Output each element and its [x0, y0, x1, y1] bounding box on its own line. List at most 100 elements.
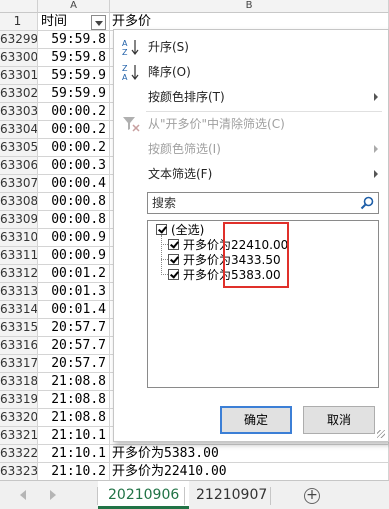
- filter-value-checkbox[interactable]: [168, 269, 179, 280]
- row-number[interactable]: 63310: [0, 229, 38, 247]
- tree-connector: [161, 244, 168, 245]
- time-cell[interactable]: 00:01.2: [38, 265, 110, 283]
- row-number[interactable]: 63313: [0, 283, 38, 301]
- table-row: 63323 21:10.2 开多价为22410.00: [0, 463, 389, 480]
- menu-clear-filter[interactable]: 从"开多价"中清除筛选(C): [114, 112, 388, 136]
- ok-button[interactable]: 确定: [220, 406, 292, 434]
- row-number[interactable]: 63307: [0, 175, 38, 193]
- time-cell[interactable]: 59:59.8: [38, 31, 110, 49]
- tree-connector: [161, 235, 162, 275]
- scroll-tabs-left-icon[interactable]: [20, 490, 26, 500]
- row-number[interactable]: 63314: [0, 301, 38, 319]
- sort-ascending-icon: AZ: [121, 38, 141, 57]
- row-number[interactable]: 63306: [0, 157, 38, 175]
- time-cell[interactable]: 59:59.9: [38, 67, 110, 85]
- select-all-corner[interactable]: [0, 0, 38, 13]
- row-number[interactable]: 63299: [0, 31, 38, 49]
- time-cell[interactable]: 21:08.8: [38, 391, 110, 409]
- search-icon: [360, 196, 374, 210]
- column-header-a[interactable]: A: [38, 0, 110, 13]
- row-number[interactable]: 63302: [0, 85, 38, 103]
- time-cell[interactable]: 59:59.8: [38, 49, 110, 67]
- submenu-arrow-icon: [374, 145, 378, 153]
- table-row: 63322 21:10.1 开多价为5383.00: [0, 445, 389, 463]
- filter-search-input[interactable]: 搜索: [147, 192, 379, 214]
- menu-filter-by-color[interactable]: 按颜色筛选(I): [114, 137, 388, 161]
- select-all-checkbox[interactable]: [156, 224, 167, 235]
- time-cell[interactable]: 21:10.1: [38, 445, 110, 463]
- time-cell[interactable]: 20:57.7: [38, 337, 110, 355]
- resize-grip-icon[interactable]: [377, 430, 385, 438]
- time-cell[interactable]: 21:08.8: [38, 373, 110, 391]
- time-cell[interactable]: 00:00.2: [38, 139, 110, 157]
- filter-value-checkbox[interactable]: [168, 239, 179, 250]
- tab-divider: [184, 487, 185, 505]
- open-long-price-cell[interactable]: 开多价为5383.00: [110, 445, 389, 463]
- column-header-b[interactable]: B: [110, 0, 389, 13]
- row-number[interactable]: 63300: [0, 49, 38, 67]
- header-cell-open-long-price-label: 开多价: [112, 14, 152, 29]
- scroll-tabs-right-icon[interactable]: [50, 490, 56, 500]
- time-cell[interactable]: 00:00.2: [38, 121, 110, 139]
- filter-value-checkbox[interactable]: [168, 254, 179, 265]
- cancel-button[interactable]: 取消: [303, 406, 375, 434]
- time-cell[interactable]: 00:00.3: [38, 157, 110, 175]
- row-number[interactable]: 63320: [0, 409, 38, 427]
- row-number[interactable]: 63316: [0, 337, 38, 355]
- menu-sort-descending[interactable]: ZA 降序(O): [114, 60, 388, 84]
- time-cell[interactable]: 20:57.7: [38, 355, 110, 373]
- svg-text:Z: Z: [122, 64, 128, 73]
- row-number[interactable]: 63305: [0, 139, 38, 157]
- select-all-label: (全选): [171, 223, 205, 237]
- row-number[interactable]: 63315: [0, 319, 38, 337]
- svg-text:Z: Z: [122, 48, 128, 56]
- tree-connector: [161, 259, 168, 260]
- time-cell[interactable]: 00:00.2: [38, 103, 110, 121]
- time-cell[interactable]: 00:01.3: [38, 283, 110, 301]
- row-number[interactable]: 63303: [0, 103, 38, 121]
- row-number[interactable]: 63319: [0, 391, 38, 409]
- time-cell[interactable]: 00:01.4: [38, 301, 110, 319]
- annotation-highlight-box: [223, 222, 289, 288]
- row-number[interactable]: 63309: [0, 211, 38, 229]
- time-cell[interactable]: 00:00.9: [38, 247, 110, 265]
- open-long-price-cell[interactable]: 开多价为22410.00: [110, 463, 389, 480]
- menu-sort-ascending[interactable]: AZ 升序(S): [114, 35, 388, 59]
- row-number[interactable]: 63321: [0, 427, 38, 445]
- filter-dropdown-time[interactable]: [91, 15, 106, 30]
- time-cell[interactable]: 21:10.2: [38, 463, 110, 480]
- row-number[interactable]: 63317: [0, 355, 38, 373]
- submenu-arrow-icon: [374, 170, 378, 178]
- menu-filter-by-color-label: 按颜色筛选(I): [148, 142, 221, 156]
- row-number[interactable]: 63322: [0, 445, 38, 463]
- menu-text-filters[interactable]: 文本筛选(F): [114, 162, 388, 186]
- row-number[interactable]: 63318: [0, 373, 38, 391]
- tree-connector: [161, 274, 168, 275]
- menu-sort-ascending-label: 升序(S): [148, 40, 189, 54]
- time-cell[interactable]: 00:00.9: [38, 229, 110, 247]
- svg-text:A: A: [122, 39, 128, 48]
- time-cell[interactable]: 59:59.9: [38, 85, 110, 103]
- row-number[interactable]: 63323: [0, 463, 38, 480]
- menu-sort-by-color[interactable]: 按颜色排序(T): [114, 85, 388, 109]
- time-cell[interactable]: 20:57.7: [38, 319, 110, 337]
- row-number[interactable]: 63304: [0, 121, 38, 139]
- menu-sort-by-color-label: 按颜色排序(T): [148, 90, 225, 104]
- time-cell[interactable]: 00:00.4: [38, 175, 110, 193]
- header-cell-time[interactable]: 时间: [38, 13, 110, 31]
- menu-text-filters-label: 文本筛选(F): [148, 167, 213, 181]
- time-cell[interactable]: 21:10.1: [38, 427, 110, 445]
- time-cell[interactable]: 21:08.8: [38, 409, 110, 427]
- time-cell[interactable]: 00:00.8: [38, 211, 110, 229]
- submenu-arrow-icon: [374, 93, 378, 101]
- add-sheet-icon[interactable]: +: [304, 488, 320, 504]
- clear-filter-icon: [121, 115, 141, 133]
- row-number[interactable]: 63311: [0, 247, 38, 265]
- row-number[interactable]: 63308: [0, 193, 38, 211]
- sheet-tab-21210907[interactable]: 21210907: [186, 481, 277, 509]
- row-number[interactable]: 63301: [0, 67, 38, 85]
- row-number[interactable]: 1: [0, 13, 38, 31]
- row-number[interactable]: 63312: [0, 265, 38, 283]
- sheet-tab-20210906[interactable]: 20210906: [98, 481, 190, 509]
- time-cell[interactable]: 00:00.8: [38, 193, 110, 211]
